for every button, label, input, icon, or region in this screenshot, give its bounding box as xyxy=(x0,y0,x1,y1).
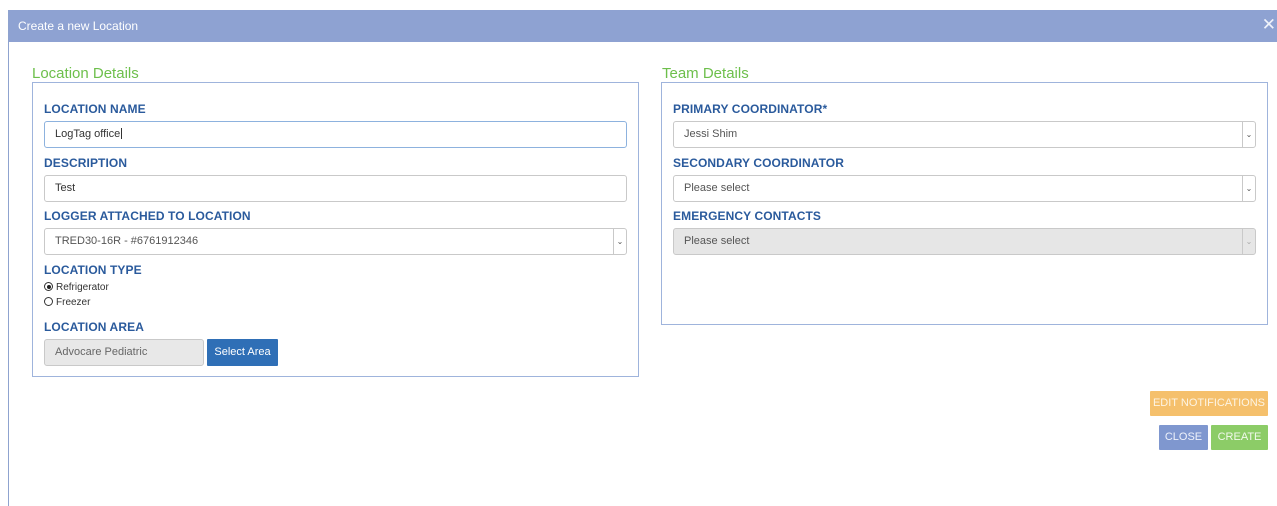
team-details-panel: PRIMARY COORDINATOR* Jessi Shim ⌄ SECOND… xyxy=(661,82,1268,325)
description-input[interactable]: Test xyxy=(44,175,627,202)
primary-coordinator-label: PRIMARY COORDINATOR* xyxy=(673,102,828,116)
description-label: DESCRIPTION xyxy=(44,156,128,170)
primary-coordinator-value: Jessi Shim xyxy=(684,128,738,140)
logger-select-value: TRED30-16R - #6761912346 xyxy=(55,235,199,247)
description-value: Test xyxy=(55,182,76,194)
radio-freezer[interactable]: Freezer xyxy=(44,297,90,308)
secondary-coordinator-select[interactable]: Please select ⌄ xyxy=(673,175,1256,202)
chevron-down-icon: ⌄ xyxy=(1242,176,1255,201)
emergency-contacts-select: Please select ⌄ xyxy=(673,228,1256,255)
primary-coordinator-select[interactable]: Jessi Shim ⌄ xyxy=(673,121,1256,148)
dialog-title: Create a new Location xyxy=(18,19,139,33)
radio-refrigerator[interactable]: Refrigerator xyxy=(44,282,109,293)
secondary-coordinator-value: Please select xyxy=(684,182,750,194)
radio-refrigerator-label: Refrigerator xyxy=(56,282,109,293)
location-name-input[interactable]: LogTag office xyxy=(44,121,627,148)
radio-button-checked[interactable] xyxy=(44,282,53,291)
logger-select[interactable]: TRED30-16R - #6761912346 ⌄ xyxy=(44,228,627,255)
select-area-button[interactable]: Select Area xyxy=(207,339,278,366)
location-area-value: Advocare Pediatric xyxy=(55,346,148,358)
chevron-down-icon: ⌄ xyxy=(1242,229,1255,254)
close-button[interactable]: CLOSE xyxy=(1159,425,1208,450)
location-name-label: LOCATION NAME xyxy=(44,102,146,116)
close-icon[interactable]: ✕ xyxy=(1262,16,1276,33)
team-details-heading: Team Details xyxy=(662,65,749,82)
text-caret xyxy=(121,128,123,139)
radio-button[interactable] xyxy=(44,297,53,306)
emergency-contacts-label: EMERGENCY CONTACTS xyxy=(673,209,822,223)
chevron-down-icon: ⌄ xyxy=(1242,122,1255,147)
radio-freezer-label: Freezer xyxy=(56,297,91,308)
logger-label: LOGGER ATTACHED TO LOCATION xyxy=(44,209,251,223)
location-details-heading: Location Details xyxy=(32,65,139,82)
location-details-panel: LOCATION NAME LogTag office DESCRIPTION … xyxy=(32,82,639,377)
emergency-contacts-value: Please select xyxy=(684,235,750,247)
create-button[interactable]: CREATE xyxy=(1211,425,1268,450)
location-area-label: LOCATION AREA xyxy=(44,320,144,334)
location-type-label: LOCATION TYPE xyxy=(44,263,142,277)
location-area-input: Advocare Pediatric xyxy=(44,339,204,366)
location-name-value: LogTag office xyxy=(55,128,121,140)
create-location-dialog: Create a new Location ✕ Location Details… xyxy=(8,10,1277,506)
secondary-coordinator-label: SECONDARY COORDINATOR xyxy=(673,156,845,170)
chevron-down-icon: ⌄ xyxy=(613,229,626,254)
dialog-titlebar: Create a new Location ✕ xyxy=(9,10,1277,42)
edit-notifications-button[interactable]: EDIT NOTIFICATIONS xyxy=(1150,391,1268,416)
